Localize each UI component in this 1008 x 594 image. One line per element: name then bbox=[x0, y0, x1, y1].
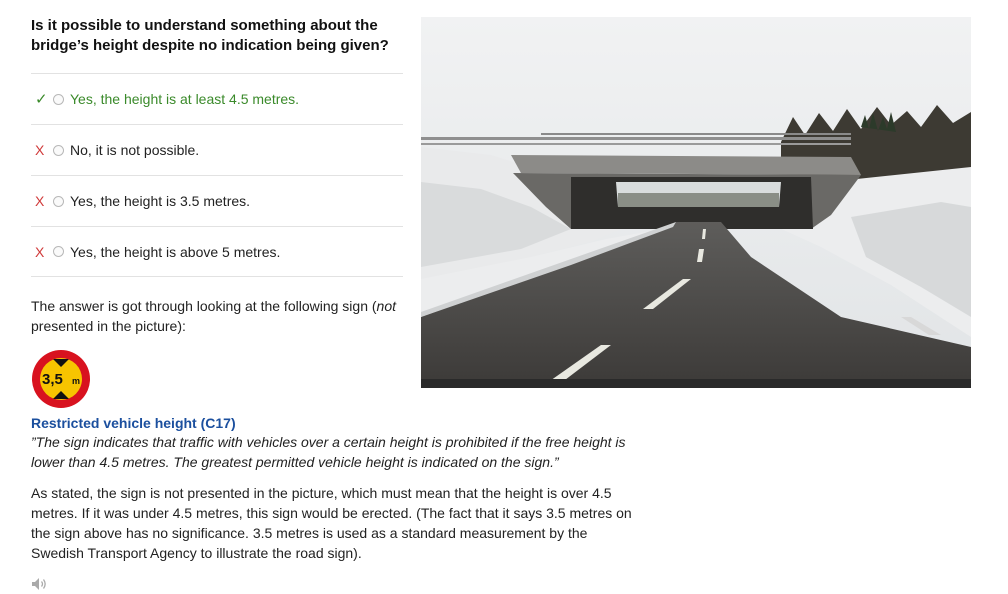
radio-button[interactable] bbox=[53, 246, 64, 257]
check-icon: ✓ bbox=[35, 91, 48, 108]
speaker-icon[interactable] bbox=[31, 577, 49, 591]
radio-button[interactable] bbox=[53, 195, 64, 207]
answer-option[interactable]: X Yes, the height is 3.5 metres. bbox=[31, 175, 403, 226]
explanation-body: As stated, the sign is not presented in … bbox=[31, 485, 632, 561]
sign-title: Restricted vehicle height (C17) bbox=[31, 415, 236, 431]
radio-button[interactable] bbox=[53, 93, 64, 105]
height-restriction-sign: 3,5 m bbox=[32, 350, 90, 408]
answer-label: Yes, the height is 3.5 metres. bbox=[70, 193, 251, 209]
question-text: Is it possible to understand something a… bbox=[31, 17, 389, 54]
answer-option[interactable]: X No, it is not possible. bbox=[31, 124, 403, 175]
answer-label: No, it is not possible. bbox=[70, 142, 200, 158]
sign-value: 3,5 bbox=[42, 371, 63, 388]
answer-label: Yes, the height is at least 4.5 metres. bbox=[70, 91, 300, 107]
bridge-photo bbox=[421, 17, 971, 388]
radio-button[interactable] bbox=[53, 144, 64, 156]
cross-icon: X bbox=[35, 243, 45, 260]
answer-option[interactable]: X Yes, the height is above 5 metres. bbox=[31, 226, 403, 277]
cross-icon: X bbox=[35, 193, 45, 209]
answer-option[interactable]: ✓ Yes, the height is at least 4.5 metres… bbox=[31, 73, 403, 124]
answer-label: Yes, the height is above 5 metres. bbox=[70, 243, 281, 260]
sign-unit: m bbox=[72, 376, 80, 386]
cross-icon: X bbox=[35, 142, 45, 158]
sign-quote: ”The sign indicates that traffic with ve… bbox=[31, 434, 626, 470]
answer-list: ✓ Yes, the height is at least 4.5 metres… bbox=[31, 73, 403, 277]
explanation-intro: The answer is got through looking at the… bbox=[31, 298, 396, 334]
